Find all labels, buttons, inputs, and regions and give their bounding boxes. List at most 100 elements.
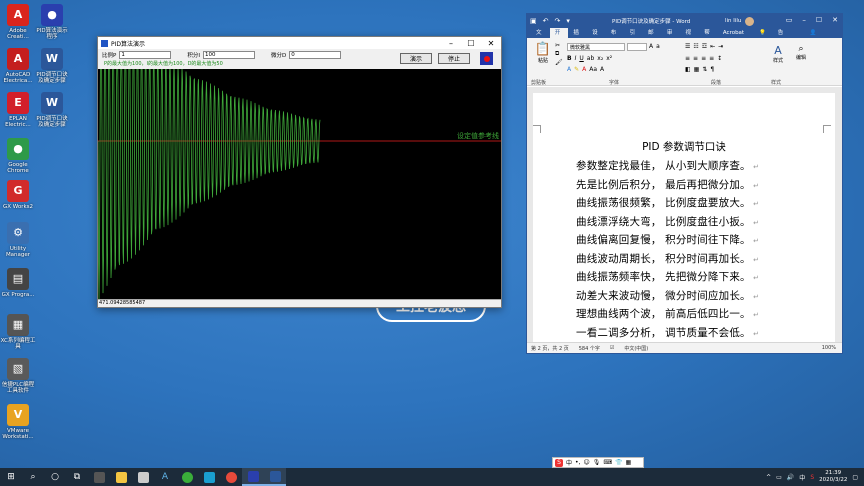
superscript-icon[interactable]: x² — [606, 55, 612, 62]
taskbar-word[interactable] — [264, 468, 286, 486]
maximize-icon[interactable]: ☐ — [816, 16, 822, 24]
page-count[interactable]: 第 2 页，共 2 页 — [531, 345, 569, 352]
taskbar-explorer[interactable] — [110, 468, 132, 486]
taskbar-autocad[interactable]: A — [154, 468, 176, 486]
language[interactable]: 中文(中国) — [624, 345, 648, 352]
word-window[interactable]: ▣ ↶ ↷ ▾ PID调节口诀及确定步骤 - Word lin lilu ▭ –… — [526, 13, 843, 354]
close-icon[interactable]: ✕ — [832, 16, 838, 24]
search-button[interactable]: ⌕ — [22, 468, 44, 486]
align-right-icon[interactable]: ≡ — [701, 55, 706, 62]
save-icon[interactable]: ▣ — [530, 17, 537, 25]
tab-3[interactable]: 设计 — [587, 28, 606, 46]
tab-5[interactable]: 引用 — [624, 28, 643, 46]
notification-icon[interactable]: ▢ — [852, 474, 858, 481]
toolbox-icon[interactable]: ▦ — [626, 459, 632, 466]
word-user[interactable]: lin lilu — [725, 18, 741, 24]
tab-9[interactable]: 帮助 — [699, 28, 718, 46]
p-input[interactable] — [119, 51, 172, 59]
highlight-icon[interactable]: ✎ — [574, 66, 579, 73]
maximize-icon[interactable]: ☐ — [461, 39, 481, 48]
desktop-icon[interactable]: A Adobe Creati... — [0, 4, 36, 40]
word-count[interactable]: 584 个字 — [579, 345, 600, 352]
desktop-icon[interactable]: W PID调节口诀及确定步骤 — [34, 48, 70, 84]
font-size-select[interactable] — [627, 43, 647, 51]
paste-button[interactable]: 📋 粘贴 — [533, 42, 553, 64]
cut-icon[interactable]: ✂ — [555, 42, 563, 49]
bullets-icon[interactable]: ☰ — [685, 43, 690, 50]
italic-icon[interactable]: I — [575, 55, 577, 62]
decrease-indent-icon[interactable]: ⇤ — [710, 43, 715, 50]
copy-icon[interactable]: ⧉ — [555, 50, 563, 58]
tab-6[interactable]: 邮件 — [643, 28, 662, 46]
pid-window-titlebar[interactable]: PID算法演示 – ☐ ✕ — [98, 37, 501, 49]
increase-indent-icon[interactable]: ⇥ — [718, 43, 723, 50]
tab-7[interactable]: 审阅 — [662, 28, 681, 46]
ime-toolbar[interactable]: S 中 •, ☺ 🎙 ⌨ 👕 ▦ — [552, 457, 644, 468]
minimize-icon[interactable]: – — [441, 39, 461, 48]
demo-button[interactable]: 演示 — [400, 53, 432, 64]
grow-font-icon[interactable]: A — [649, 43, 653, 50]
ribbon-display-icon[interactable]: ▭ — [786, 16, 793, 24]
tab-8[interactable]: 视图 — [681, 28, 700, 46]
bold-icon[interactable]: B — [567, 55, 572, 62]
task-view-button[interactable]: ⧉ — [66, 468, 88, 486]
desktop-icon[interactable]: ● Google Chrome — [0, 138, 36, 174]
tab-0[interactable]: 文件 — [531, 28, 550, 46]
punctuation-icon[interactable]: •, — [575, 459, 580, 466]
desktop-icon[interactable]: ⚙ Utility Manager — [0, 222, 36, 258]
desktop-icon[interactable]: ● PID算法演示程序 — [34, 4, 70, 40]
taskbar-chrome[interactable] — [220, 468, 242, 486]
desktop-icon[interactable]: E EPLAN Electric... — [0, 92, 36, 128]
subscript-icon[interactable]: x₂ — [597, 55, 603, 62]
desktop-icon[interactable]: V VMware Workstati... — [0, 404, 36, 440]
redo-icon[interactable]: ↷ — [555, 17, 561, 25]
network-icon[interactable]: ▭ — [776, 474, 782, 481]
avatar[interactable] — [745, 17, 754, 26]
volume-icon[interactable]: 🔊 — [787, 474, 794, 481]
close-icon[interactable]: ✕ — [481, 39, 501, 48]
d-input[interactable] — [289, 51, 342, 59]
taskbar-calculator[interactable] — [88, 468, 110, 486]
text-effects-icon[interactable]: A — [567, 66, 571, 73]
desktop-icon[interactable]: ▤ GX Progra... — [0, 268, 36, 298]
desktop-icon[interactable]: A AutoCAD Electrica... — [0, 48, 36, 84]
document-area[interactable]: PID 参数调节口诀 参数整定找最佳， 从小到大顺序查。 ↵ 先是比例后积分， 最… — [527, 87, 842, 343]
taskbar-wechat[interactable] — [176, 468, 198, 486]
sogou-icon[interactable]: S — [555, 458, 563, 467]
desktop-icon[interactable]: W PID调节口诀及确定步骤 — [34, 92, 70, 128]
numbering-icon[interactable]: ☷ — [693, 43, 698, 50]
show-hidden-icon[interactable]: ^ — [766, 474, 771, 481]
format-painter-icon[interactable]: 🖌 — [555, 59, 563, 66]
tab-4[interactable]: 布局 — [606, 28, 625, 46]
styles-button[interactable]: A 样式 — [769, 44, 787, 66]
line-spacing-icon[interactable]: ↕ — [717, 55, 722, 62]
tab-1[interactable]: 开始 — [549, 28, 569, 46]
share-button[interactable]: 👤 共享 — [800, 28, 838, 46]
borders-icon[interactable]: ▦ — [694, 66, 700, 73]
word-titlebar[interactable]: ▣ ↶ ↷ ▾ PID调节口诀及确定步骤 - Word lin lilu ▭ –… — [527, 14, 842, 28]
customize-icon[interactable]: ▾ — [566, 17, 570, 25]
pid-demo-window[interactable]: PID算法演示 – ☐ ✕ 比例P 积分I 微分D P的最大值为100，I的最大… — [97, 36, 502, 308]
emoji-icon[interactable]: ☺ — [583, 459, 589, 466]
skin-icon[interactable]: 👕 — [615, 459, 622, 466]
align-left-icon[interactable]: ≡ — [685, 55, 690, 62]
multilevel-icon[interactable]: ☲ — [702, 43, 707, 50]
clear-format-icon[interactable]: A — [600, 66, 604, 73]
tab-2[interactable]: 插入 — [568, 28, 587, 46]
ime-mode[interactable]: 中 — [566, 458, 572, 467]
ime-tray[interactable]: 中 — [799, 473, 805, 482]
font-name-select[interactable]: 微软雅黑 — [567, 43, 625, 51]
taskbar-snipping[interactable] — [132, 468, 154, 486]
desktop-icon[interactable]: ▧ 信捷PLC编程工具软件 — [0, 358, 36, 394]
underline-icon[interactable]: U — [579, 55, 583, 62]
tell-me-button[interactable]: 💡 告诉我 — [749, 28, 791, 46]
proofing-icon[interactable]: ☑ — [610, 345, 614, 351]
clock[interactable]: 21:39 2020/3/22 — [819, 470, 847, 484]
desktop-icon[interactable]: ▦ XC系列编程工具 — [0, 314, 36, 350]
minimize-icon[interactable]: – — [802, 16, 806, 24]
start-button[interactable]: ⊞ — [0, 468, 22, 486]
strikethrough-icon[interactable]: ab — [587, 55, 595, 62]
security-icon[interactable]: S — [810, 474, 814, 481]
desktop-icon[interactable]: G GX Works2 — [0, 180, 36, 210]
sort-icon[interactable]: ⇅ — [702, 66, 707, 73]
